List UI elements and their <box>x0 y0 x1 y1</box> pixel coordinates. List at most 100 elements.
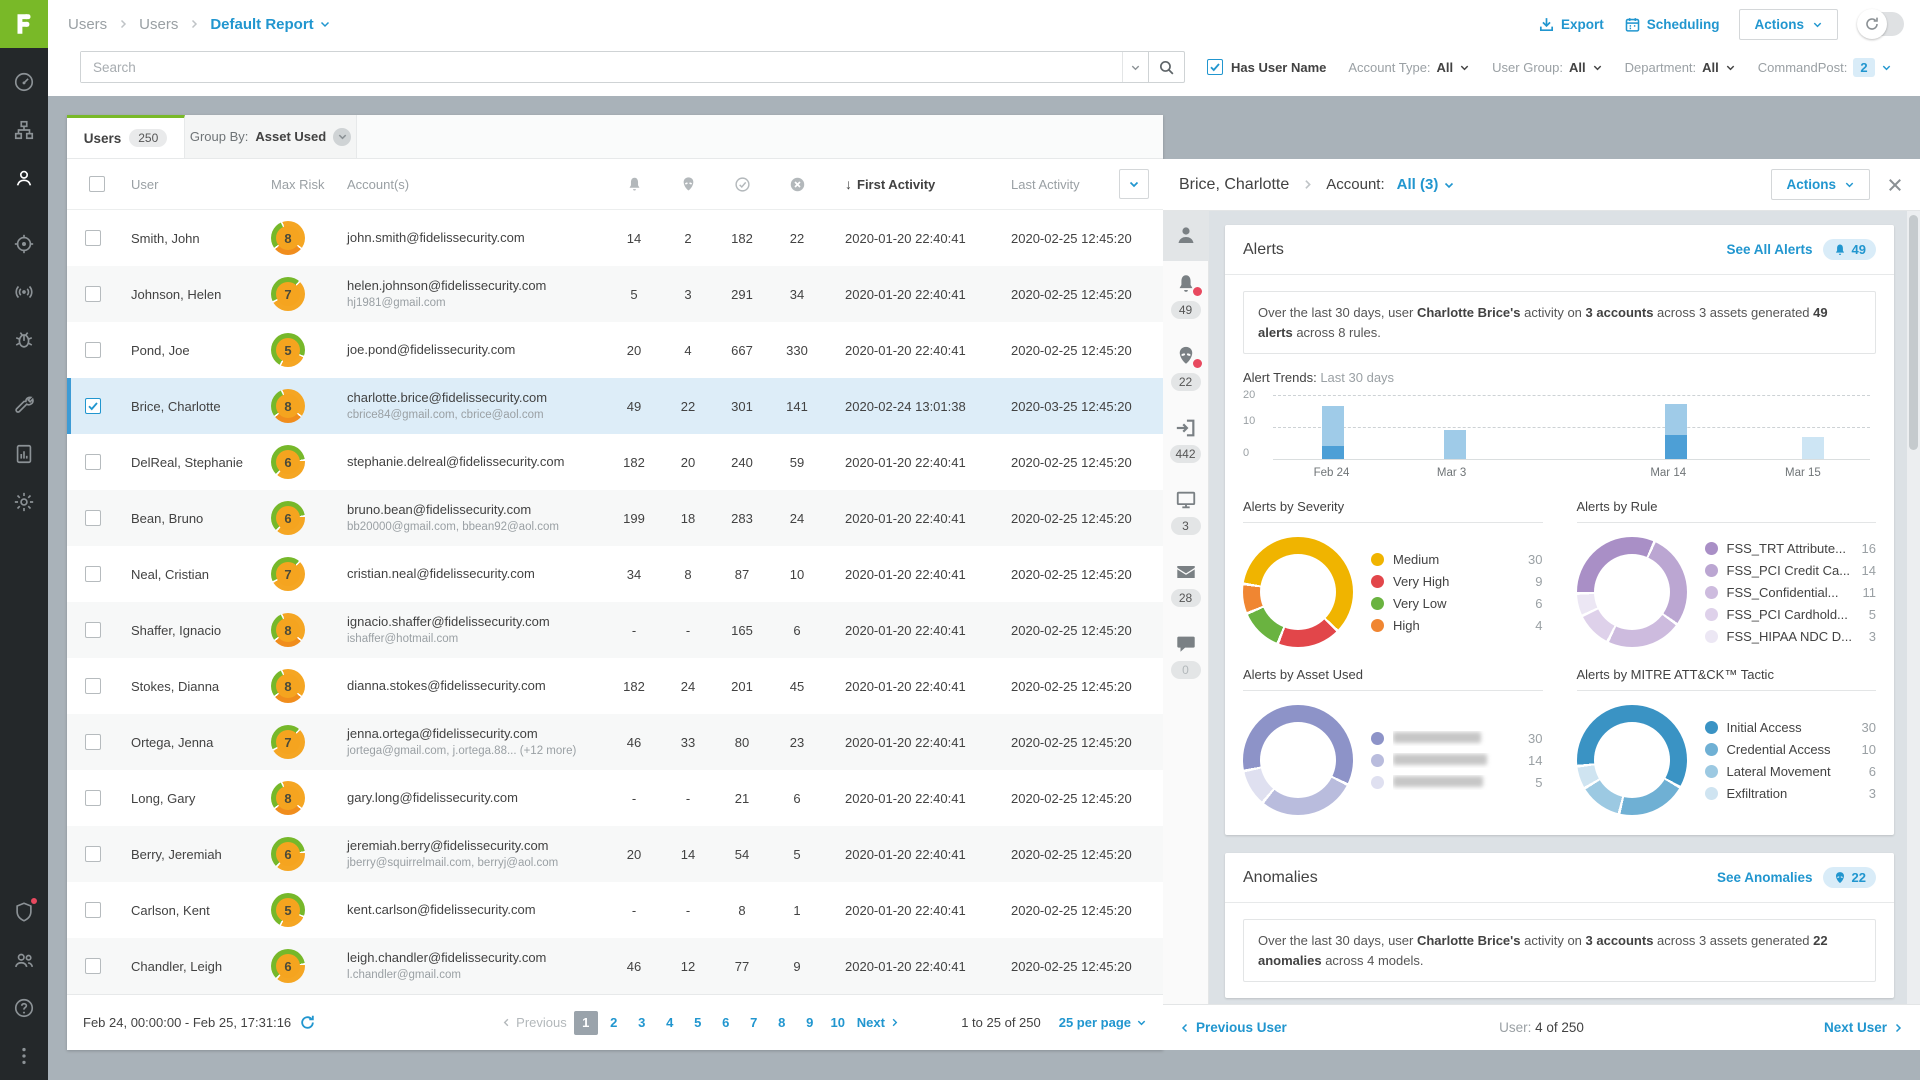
row-checkbox[interactable] <box>85 734 101 750</box>
account-type-filter[interactable]: Account Type:All <box>1348 60 1470 75</box>
group-by-selector[interactable]: Group By:Asset Used <box>185 115 357 158</box>
table-row[interactable]: Carlson, Kent5kent.carlson@fidelissecuri… <box>67 882 1163 938</box>
see-all-alerts-link[interactable]: See All Alerts <box>1726 242 1812 257</box>
next-page-button[interactable]: Next <box>857 1015 900 1030</box>
row-checkbox[interactable] <box>85 454 101 470</box>
col-accounts[interactable]: Account(s) <box>347 177 607 192</box>
page-button-6[interactable]: 6 <box>714 1011 738 1035</box>
alerts-bell-icon[interactable] <box>607 176 661 193</box>
fidelis-logo[interactable] <box>0 0 48 48</box>
trend-bar-feb-24[interactable] <box>1322 405 1344 459</box>
sidebar-item-group[interactable] <box>0 936 48 984</box>
sidebar-item-hierarchy[interactable] <box>0 106 48 154</box>
page-button-1[interactable]: 1 <box>574 1011 598 1035</box>
trend-bar-mar-15[interactable] <box>1802 437 1824 459</box>
has-user-name-filter[interactable]: Has User Name <box>1207 59 1326 75</box>
rail-item-mail[interactable]: 28 <box>1163 549 1209 621</box>
failure-x-icon[interactable] <box>769 176 825 193</box>
rail-item-bell[interactable]: 49 <box>1163 261 1209 333</box>
panel-actions-button[interactable]: Actions <box>1771 169 1870 200</box>
col-max-risk[interactable]: Max Risk <box>271 177 347 192</box>
page-button-9[interactable]: 9 <box>798 1011 822 1035</box>
table-row[interactable]: Stokes, Dianna8dianna.stokes@fidelissecu… <box>67 658 1163 714</box>
row-checkbox[interactable] <box>85 342 101 358</box>
row-checkbox[interactable] <box>85 566 101 582</box>
col-first-activity-sorted[interactable]: ↓First Activity <box>845 176 1011 192</box>
page-button-10[interactable]: 10 <box>826 1011 850 1035</box>
table-row[interactable]: DelReal, Stephanie6stephanie.delreal@fid… <box>67 434 1163 490</box>
has-user-name-checkbox[interactable] <box>1207 59 1223 75</box>
rail-item-chat[interactable]: 0 <box>1163 621 1209 693</box>
row-checkbox[interactable] <box>85 622 101 638</box>
breadcrumb-users-1[interactable]: Users <box>68 16 107 33</box>
sidebar-item-signal[interactable] <box>0 268 48 316</box>
table-row[interactable]: Neal, Cristian7cristian.neal@fidelissecu… <box>67 546 1163 602</box>
user-name-link[interactable]: Carlson, Kent <box>131 903 271 918</box>
table-row[interactable]: Bean, Bruno6bruno.bean@fidelissecurity.c… <box>67 490 1163 546</box>
sidebar-item-report[interactable] <box>0 430 48 478</box>
sidebar-item-wrench[interactable] <box>0 382 48 430</box>
user-name-link[interactable]: Smith, John <box>131 231 271 246</box>
user-name-link[interactable]: Bean, Bruno <box>131 511 271 526</box>
select-all-checkbox[interactable] <box>89 176 105 192</box>
asset-donut-chart[interactable] <box>1243 705 1353 815</box>
row-checkbox[interactable] <box>85 846 101 862</box>
auto-refresh-toggle[interactable] <box>1858 12 1904 36</box>
actions-button[interactable]: Actions <box>1739 9 1838 40</box>
user-name-link[interactable]: Pond, Joe <box>131 343 271 358</box>
rule-donut-chart[interactable] <box>1577 537 1687 647</box>
table-row[interactable]: Chandler, Leigh6leigh.chandler@fidelisse… <box>67 938 1163 994</box>
table-row[interactable]: Brice, Charlotte8charlotte.brice@fidelis… <box>67 378 1163 434</box>
user-name-link[interactable]: DelReal, Stephanie <box>131 455 271 470</box>
anomalies-alien-icon[interactable] <box>661 176 715 193</box>
page-button-3[interactable]: 3 <box>630 1011 654 1035</box>
row-checkbox[interactable] <box>85 286 101 302</box>
sidebar-item-bug[interactable] <box>0 316 48 364</box>
user-name-link[interactable]: Berry, Jeremiah <box>131 847 271 862</box>
row-checkbox[interactable] <box>85 790 101 806</box>
row-checkbox[interactable] <box>85 510 101 526</box>
commandpost-filter[interactable]: CommandPost: 2 <box>1758 58 1892 77</box>
sidebar-item-gear[interactable] <box>0 478 48 526</box>
row-checkbox[interactable] <box>85 678 101 694</box>
table-row[interactable]: Shaffer, Ignacio8ignacio.shaffer@fidelis… <box>67 602 1163 658</box>
tab-users[interactable]: Users 250 <box>67 115 185 158</box>
row-checkbox[interactable] <box>85 958 101 974</box>
search-button[interactable] <box>1148 52 1184 82</box>
next-user-button[interactable]: Next User <box>1824 1020 1904 1035</box>
user-name-link[interactable]: Stokes, Dianna <box>131 679 271 694</box>
department-filter[interactable]: Department:All <box>1625 60 1736 75</box>
severity-donut-chart[interactable] <box>1243 537 1353 647</box>
sidebar-item-shield[interactable] <box>0 888 48 936</box>
user-name-link[interactable]: Johnson, Helen <box>131 287 271 302</box>
account-selector[interactable]: All (3) <box>1397 176 1456 193</box>
user-name-link[interactable]: Long, Gary <box>131 791 271 806</box>
rail-item-monitor[interactable]: 3 <box>1163 477 1209 549</box>
rail-item-alien[interactable]: 22 <box>1163 333 1209 405</box>
user-group-filter[interactable]: User Group:All <box>1492 60 1602 75</box>
row-checkbox[interactable] <box>85 902 101 918</box>
user-name-link[interactable]: Neal, Cristian <box>131 567 271 582</box>
page-button-7[interactable]: 7 <box>742 1011 766 1035</box>
search-options-caret[interactable] <box>1122 52 1148 82</box>
user-name-link[interactable]: Shaffer, Ignacio <box>131 623 271 638</box>
rail-item-signin[interactable]: 442 <box>1163 405 1209 477</box>
panel-scrollbar[interactable] <box>1907 211 1920 1004</box>
sidebar-item-help[interactable] <box>0 984 48 1032</box>
rail-item-person[interactable] <box>1163 211 1209 261</box>
breadcrumb-users-2[interactable]: Users <box>139 16 178 33</box>
sidebar-item-users[interactable] <box>0 154 48 202</box>
col-last-activity[interactable]: Last Activity <box>1011 177 1080 192</box>
user-name-link[interactable]: Ortega, Jenna <box>131 735 271 750</box>
column-settings-button[interactable] <box>1119 169 1149 199</box>
sidebar-item-more[interactable] <box>0 1032 48 1080</box>
mitre-donut-chart[interactable] <box>1577 705 1687 815</box>
export-button[interactable]: Export <box>1538 16 1604 33</box>
table-row[interactable]: Johnson, Helen7helen.johnson@fidelissecu… <box>67 266 1163 322</box>
table-row[interactable]: Ortega, Jenna7jenna.ortega@fidelissecuri… <box>67 714 1163 770</box>
trend-bar-mar-3[interactable] <box>1444 430 1466 459</box>
table-row[interactable]: Berry, Jeremiah6jeremiah.berry@fidelisse… <box>67 826 1163 882</box>
row-checkbox[interactable] <box>85 398 101 414</box>
user-name-link[interactable]: Brice, Charlotte <box>131 399 271 414</box>
page-button-5[interactable]: 5 <box>686 1011 710 1035</box>
